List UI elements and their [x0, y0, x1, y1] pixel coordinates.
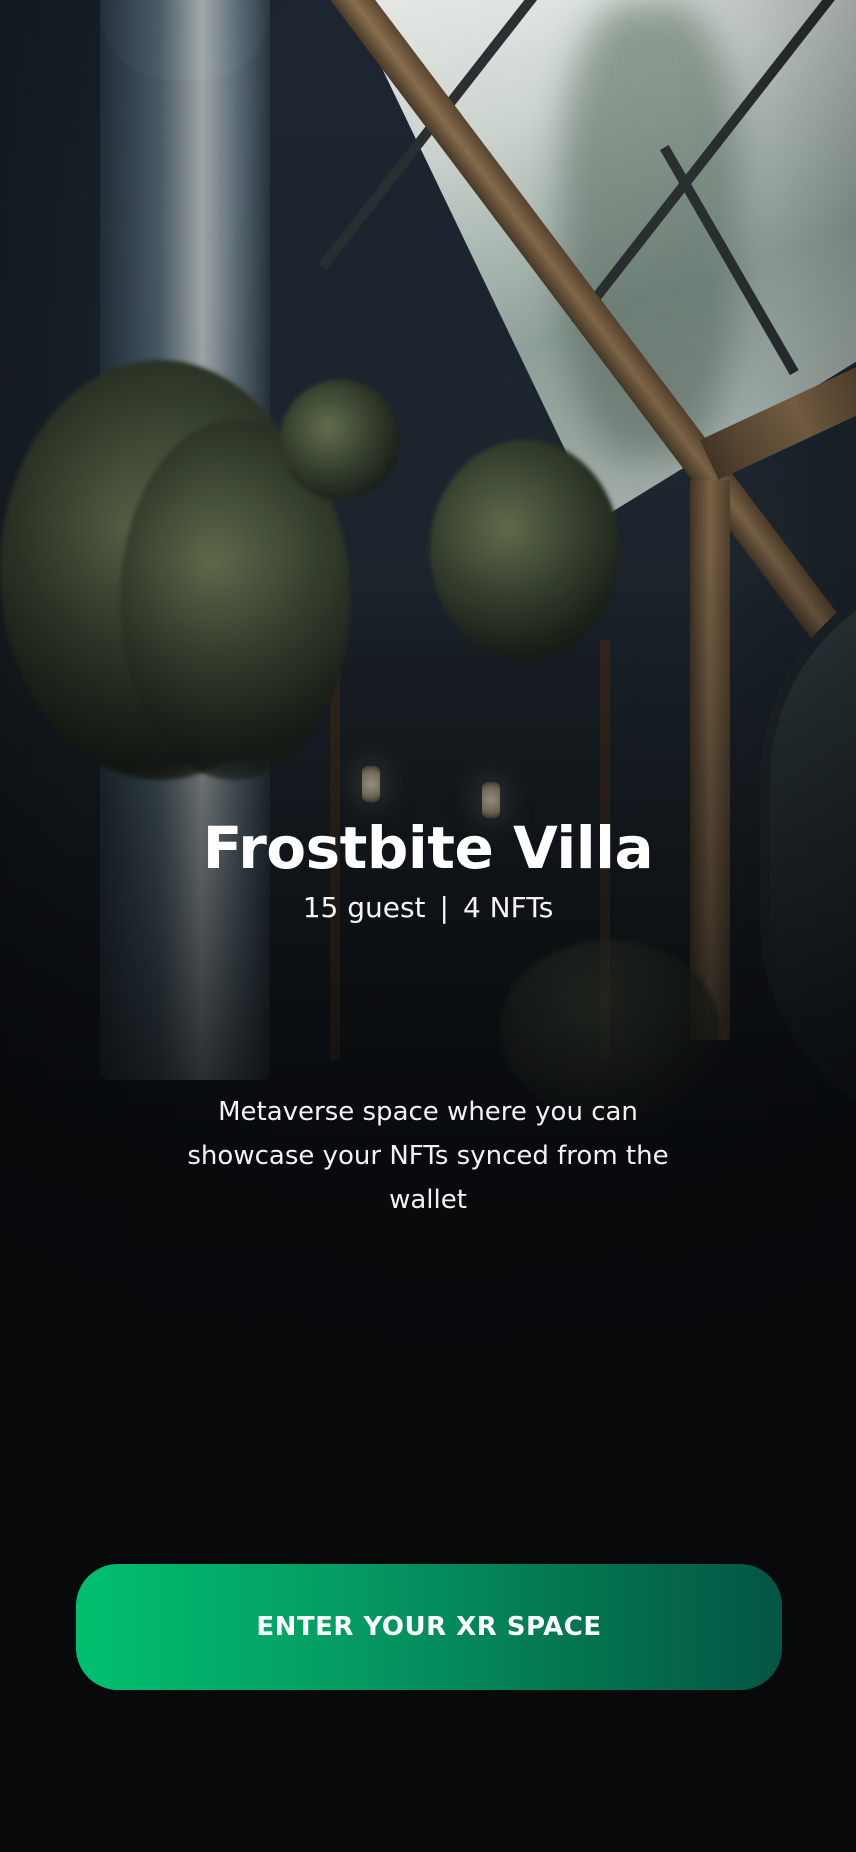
- enter-xr-space-button[interactable]: ENTER YOUR XR SPACE: [76, 1564, 782, 1690]
- space-meta: 15 guest | 4 NFTs: [0, 888, 856, 928]
- enter-xr-space-label: ENTER YOUR XR SPACE: [256, 1612, 602, 1642]
- space-title: Frostbite Villa: [202, 814, 654, 882]
- meta-separator: |: [439, 891, 449, 924]
- space-description: Metaverse space where you can showcase y…: [187, 1097, 669, 1215]
- guest-count: 15 guest: [302, 891, 426, 924]
- space-entry-screen: Frostbite Villa 15 guest | 4 NFTs Metavers…: [0, 0, 856, 1852]
- nft-count: 4 NFTs: [462, 891, 554, 924]
